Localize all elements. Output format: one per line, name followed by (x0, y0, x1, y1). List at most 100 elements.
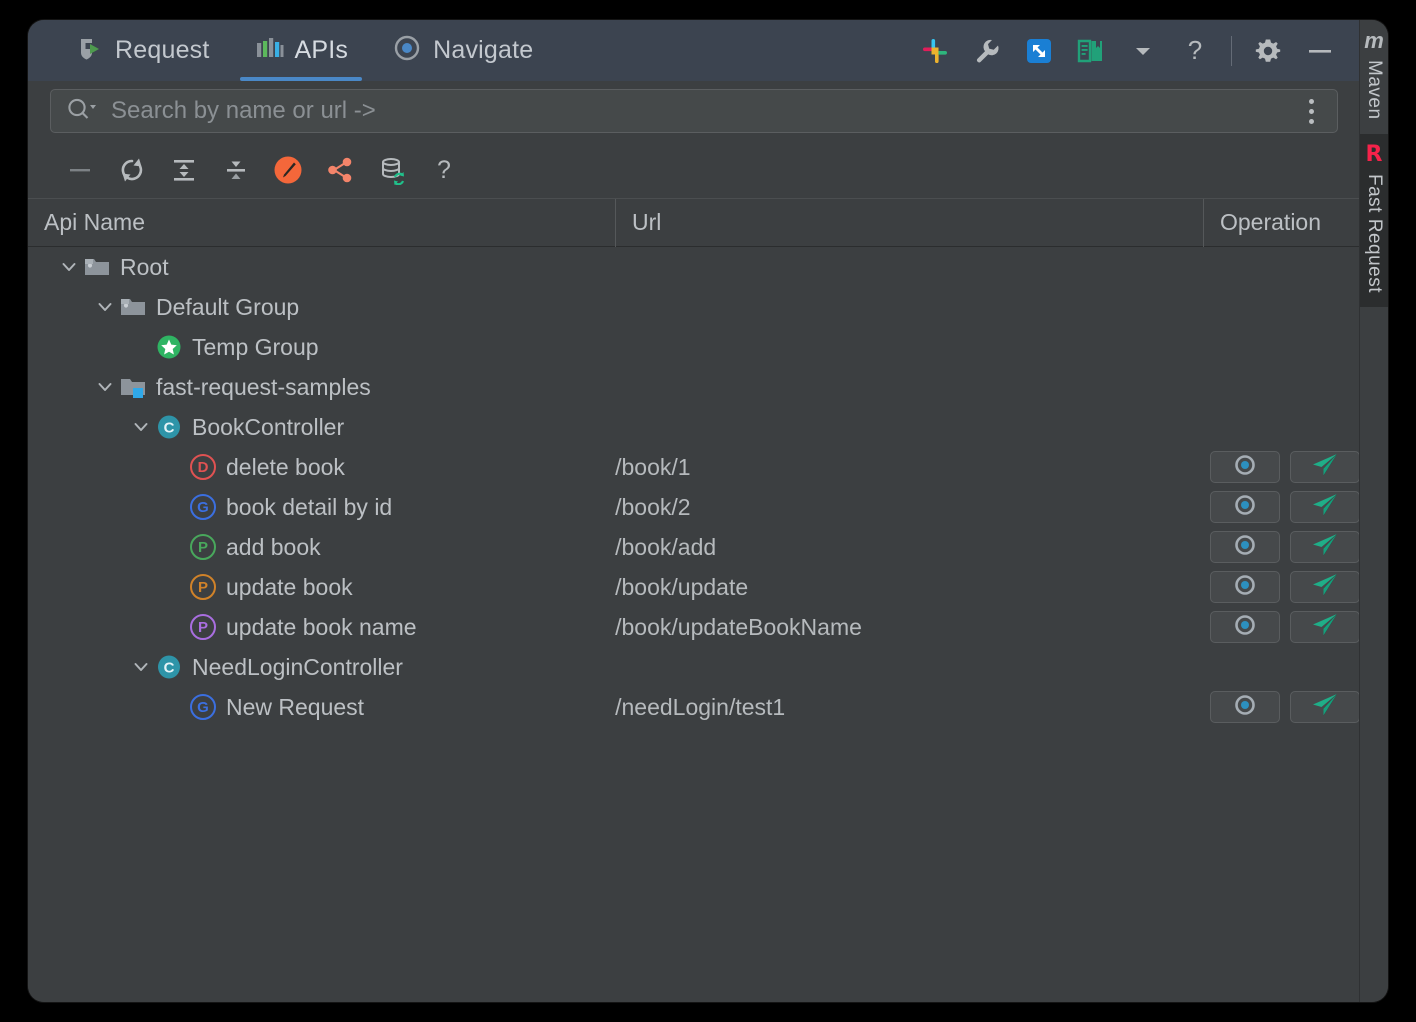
tab-navigate-label: Navigate (433, 36, 534, 64)
table-header: Api Name Url Operation (28, 198, 1360, 247)
sidebar-item-maven[interactable]: m Maven (1360, 20, 1388, 134)
tree-row-label: book detail by id (226, 493, 393, 520)
collapse-all-button[interactable] (210, 145, 262, 195)
tree-row-label: Default Group (156, 293, 300, 320)
edit-pen-button[interactable] (262, 145, 314, 195)
tree-row-url: /book/add (615, 533, 717, 560)
tab-request[interactable]: Request (52, 20, 232, 81)
tree-row[interactable]: Ddelete book/book/1 (28, 447, 1360, 487)
share-button[interactable] (314, 145, 366, 195)
kebab-menu-icon[interactable] (1297, 97, 1325, 125)
tree-row-url: /book/update (615, 573, 749, 600)
target-dot-icon (1232, 452, 1258, 483)
tree-row-label: BookController (192, 413, 345, 440)
chevron-down-icon[interactable] (56, 254, 82, 280)
collapse-panel-button[interactable] (54, 145, 106, 195)
tree-row[interactable]: Padd book/book/add (28, 527, 1360, 567)
book-icon[interactable] (1065, 25, 1117, 77)
tree-row[interactable]: Temp Group (28, 327, 1360, 367)
tree-row-url: /needLogin/test1 (615, 693, 786, 720)
tab-navigate[interactable]: Navigate (370, 20, 555, 81)
tree-row-name-cell: C NeedLoginController (28, 647, 616, 687)
slack-icon[interactable] (909, 25, 961, 77)
help-question-icon[interactable]: ? (1169, 25, 1221, 77)
bar-chart-icon (254, 33, 284, 68)
minimize-icon[interactable] (1294, 25, 1346, 77)
folder-icon (118, 292, 148, 322)
gear-icon[interactable] (1242, 25, 1294, 77)
send-request-button[interactable] (1290, 571, 1360, 603)
locate-api-button[interactable] (1210, 611, 1280, 643)
svg-text:?: ? (437, 156, 451, 184)
expand-all-button[interactable] (158, 145, 210, 195)
tree-row-label: fast-request-samples (156, 373, 371, 400)
search-box[interactable] (50, 89, 1338, 133)
tree-row-url: /book/1 (615, 453, 691, 480)
chevron-down-icon[interactable] (128, 654, 154, 680)
tree-row[interactable]: Root (28, 247, 1360, 287)
api-tree[interactable]: Root Default Group Temp Group fast-request-… (28, 247, 1360, 1002)
send-request-button[interactable] (1290, 691, 1360, 723)
tree-row[interactable]: G New Request/needLogin/test1 (28, 687, 1360, 727)
tree-row[interactable]: C NeedLoginController (28, 647, 1360, 687)
send-plane-icon (1310, 452, 1340, 483)
sync-database-button[interactable] (366, 145, 418, 195)
sidebar-item-fast-request[interactable]: R Fast Request (1360, 133, 1388, 307)
chevron-down-icon[interactable] (92, 294, 118, 320)
sidebar-item-fast-request-label: Fast Request (1364, 173, 1385, 293)
tree-row-operations (1202, 571, 1360, 603)
svg-text:C: C (164, 420, 175, 437)
class-c-icon: C (154, 412, 184, 442)
locate-api-button[interactable] (1210, 691, 1280, 723)
tree-row-name-cell: Root (28, 247, 616, 287)
locate-api-button[interactable] (1210, 571, 1280, 603)
toolbar-help-button[interactable]: ? (418, 145, 470, 195)
locate-api-button[interactable] (1210, 531, 1280, 563)
send-request-button[interactable] (1290, 491, 1360, 523)
tree-row[interactable]: C BookController (28, 407, 1360, 447)
tree-row[interactable]: Pupdate book/book/update (28, 567, 1360, 607)
tree-row[interactable]: Gbook detail by id/book/2 (28, 487, 1360, 527)
column-header-api-name[interactable]: Api Name (28, 198, 616, 247)
chevron-down-icon[interactable] (128, 414, 154, 440)
send-plane-icon (1310, 612, 1340, 643)
chevron-down-icon[interactable] (92, 374, 118, 400)
target-circle-icon (392, 33, 422, 68)
send-plane-icon (1310, 572, 1340, 603)
tree-row-operations (1202, 531, 1360, 563)
send-request-button[interactable] (1290, 611, 1360, 643)
folder-icon (82, 252, 112, 282)
tree-row[interactable]: Pupdate book name/book/updateBookName (28, 607, 1360, 647)
titlebar-icon-group: ? (909, 25, 1360, 77)
tree-row[interactable]: Default Group (28, 287, 1360, 327)
send-request-button[interactable] (1290, 451, 1360, 483)
tree-row-name-cell: G New Request (28, 687, 615, 727)
refresh-button[interactable] (106, 145, 158, 195)
locate-api-button[interactable] (1210, 491, 1280, 523)
expand-window-icon[interactable] (1013, 25, 1065, 77)
tree-row-name-cell: fast-request-samples (28, 367, 616, 407)
tree-row-label: update book (226, 573, 353, 600)
tree-row-name-cell: Padd book (28, 527, 615, 567)
search-magnifier-icon[interactable] (65, 95, 97, 128)
shield-play-icon (74, 33, 104, 68)
column-header-operation[interactable]: Operation (1204, 199, 1360, 247)
tab-apis[interactable]: APIs (232, 20, 371, 81)
column-header-url[interactable]: Url (616, 198, 1204, 247)
send-plane-icon (1310, 532, 1340, 563)
send-request-button[interactable] (1290, 531, 1360, 563)
tree-row[interactable]: fast-request-samples (28, 367, 1360, 407)
tab-request-label: Request (115, 36, 210, 64)
wrench-icon[interactable] (961, 25, 1013, 77)
locate-api-button[interactable] (1210, 451, 1280, 483)
tree-row-url: /book/2 (615, 493, 691, 520)
tab-bar: Request APIs Navigate ? (28, 20, 1360, 81)
search-input[interactable] (97, 96, 1297, 126)
svg-text:C: C (164, 660, 175, 677)
http-method-badge: P (190, 614, 216, 640)
chevron-down-icon[interactable] (1117, 25, 1169, 77)
target-dot-icon (1232, 612, 1258, 643)
tree-row-operations (1202, 611, 1360, 643)
tree-row-name-cell: Gbook detail by id (28, 487, 615, 527)
tree-row-label: NeedLoginController (192, 653, 403, 680)
